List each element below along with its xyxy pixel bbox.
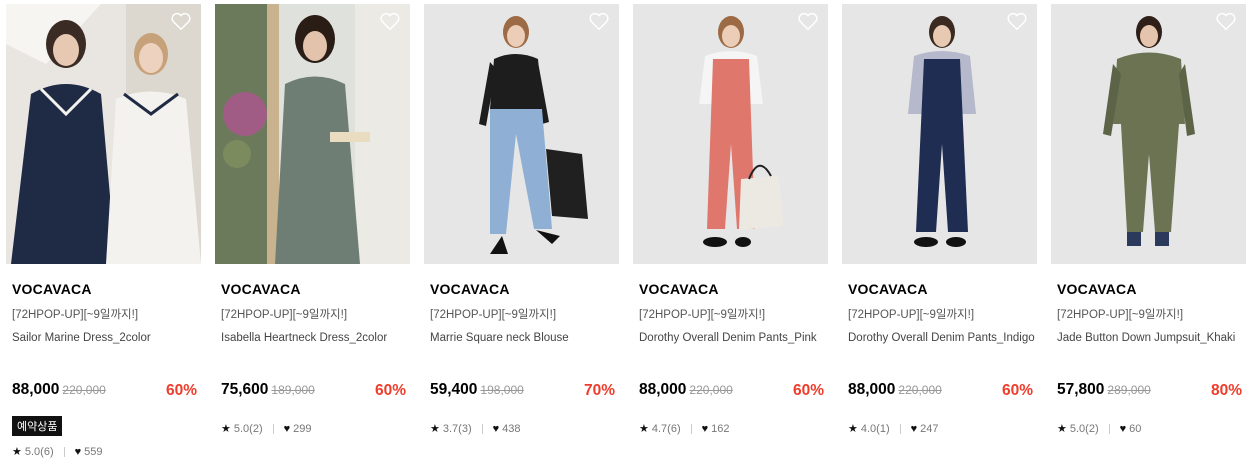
discount-rate: 60% bbox=[165, 382, 197, 399]
heart-filled-icon: ♥ bbox=[701, 422, 709, 435]
product-card[interactable]: VOCAVACA [72HPOP-UP][~9일까지!] Marrie Squa… bbox=[424, 4, 619, 435]
original-price: 189,000 bbox=[271, 383, 315, 397]
wishlist-heart-icon[interactable] bbox=[170, 10, 192, 32]
likes-count: 559 bbox=[84, 445, 103, 458]
promo-text: [72HPOP-UP][~9일까지!] bbox=[221, 309, 348, 321]
star-icon: ★ bbox=[848, 423, 858, 435]
price-row: 88,000 220,000 bbox=[639, 381, 733, 399]
rating-value: 4.0(1) bbox=[860, 422, 890, 435]
promo-text: [72HPOP-UP][~9일까지!] bbox=[848, 309, 975, 321]
brand-name[interactable]: VOCAVACA bbox=[848, 281, 928, 297]
divider bbox=[272, 423, 274, 434]
original-price: 220,000 bbox=[898, 383, 942, 397]
product-name[interactable]: Marrie Square neck Blouse bbox=[430, 330, 618, 347]
product-image[interactable] bbox=[6, 4, 201, 264]
product-stats: ★ 4.7(6) ♥ 162 bbox=[639, 422, 730, 436]
heart-filled-icon: ♥ bbox=[74, 445, 82, 458]
rating-value: 5.0(6) bbox=[24, 445, 54, 458]
product-name[interactable]: Jade Button Down Jumpsuit_Khaki bbox=[1057, 330, 1245, 347]
divider bbox=[481, 423, 483, 434]
wishlist-heart-icon[interactable] bbox=[588, 10, 610, 32]
product-stats: ★ 5.0(2) ♥ 60 bbox=[1057, 422, 1142, 436]
sale-price: 88,000 bbox=[848, 381, 896, 398]
wishlist-heart-icon[interactable] bbox=[1006, 10, 1028, 32]
product-card[interactable]: VOCAVACA [72HPOP-UP][~9일까지!] Isabella He… bbox=[215, 4, 410, 435]
star-icon: ★ bbox=[12, 446, 22, 458]
likes-count: 438 bbox=[502, 422, 521, 435]
original-price: 220,000 bbox=[689, 383, 733, 397]
sale-price: 88,000 bbox=[639, 381, 687, 398]
sale-price: 59,400 bbox=[430, 381, 478, 398]
product-stats: ★ 5.0(2) ♥ 299 bbox=[221, 422, 312, 436]
wishlist-heart-icon[interactable] bbox=[797, 10, 819, 32]
original-price: 198,000 bbox=[480, 383, 524, 397]
brand-name[interactable]: VOCAVACA bbox=[12, 281, 92, 297]
discount-rate: 80% bbox=[1210, 382, 1242, 399]
sale-price: 75,600 bbox=[221, 381, 269, 398]
likes-count: 299 bbox=[293, 422, 312, 435]
price-row: 75,600 189,000 bbox=[221, 381, 315, 399]
price-row: 57,800 289,000 bbox=[1057, 381, 1151, 399]
product-stats: ★ 3.7(3) ♥ 438 bbox=[430, 422, 521, 436]
rating-value: 5.0(2) bbox=[1069, 422, 1099, 435]
divider bbox=[63, 446, 65, 457]
product-name[interactable]: Dorothy Overall Denim Pants_Pink bbox=[639, 330, 827, 347]
rating-value: 4.7(6) bbox=[651, 422, 681, 435]
price-row: 88,000 220,000 bbox=[12, 381, 106, 399]
product-image[interactable] bbox=[424, 4, 619, 264]
product-card[interactable]: VOCAVACA [72HPOP-UP][~9일까지!] Sailor Mari… bbox=[6, 4, 201, 458]
price-row: 88,000 220,000 bbox=[848, 381, 942, 399]
promo-text: [72HPOP-UP][~9일까지!] bbox=[12, 309, 139, 321]
promo-text: [72HPOP-UP][~9일까지!] bbox=[1057, 309, 1184, 321]
price-row: 59,400 198,000 bbox=[430, 381, 524, 399]
sale-price: 88,000 bbox=[12, 381, 60, 398]
divider bbox=[690, 423, 692, 434]
star-icon: ★ bbox=[639, 423, 649, 435]
product-stats: ★ 5.0(6) ♥ 559 bbox=[12, 445, 103, 459]
product-card[interactable]: VOCAVACA [72HPOP-UP][~9일까지!] Dorothy Ove… bbox=[842, 4, 1037, 435]
product-image[interactable] bbox=[1051, 4, 1246, 264]
product-image[interactable] bbox=[215, 4, 410, 264]
product-card[interactable]: VOCAVACA [72HPOP-UP][~9일까지!] Jade Button… bbox=[1051, 4, 1246, 435]
brand-name[interactable]: VOCAVACA bbox=[1057, 281, 1137, 297]
discount-rate: 70% bbox=[583, 382, 615, 399]
star-icon: ★ bbox=[1057, 423, 1067, 435]
brand-name[interactable]: VOCAVACA bbox=[430, 281, 510, 297]
discount-rate: 60% bbox=[1001, 382, 1033, 399]
product-grid: VOCAVACA [72HPOP-UP][~9일까지!] Sailor Mari… bbox=[0, 0, 1253, 471]
sale-price: 57,800 bbox=[1057, 381, 1105, 398]
product-image[interactable] bbox=[842, 4, 1037, 264]
product-card[interactable]: VOCAVACA [72HPOP-UP][~9일까지!] Dorothy Ove… bbox=[633, 4, 828, 435]
discount-rate: 60% bbox=[374, 382, 406, 399]
heart-filled-icon: ♥ bbox=[283, 422, 291, 435]
rating-value: 5.0(2) bbox=[233, 422, 263, 435]
brand-name[interactable]: VOCAVACA bbox=[639, 281, 719, 297]
star-icon: ★ bbox=[430, 423, 440, 435]
original-price: 289,000 bbox=[1107, 383, 1151, 397]
star-icon: ★ bbox=[221, 423, 231, 435]
brand-name[interactable]: VOCAVACA bbox=[221, 281, 301, 297]
original-price: 220,000 bbox=[62, 383, 106, 397]
heart-filled-icon: ♥ bbox=[910, 422, 918, 435]
rating-value: 3.7(3) bbox=[442, 422, 472, 435]
product-name[interactable]: Isabella Heartneck Dress_2color bbox=[221, 330, 409, 347]
divider bbox=[899, 423, 901, 434]
promo-text: [72HPOP-UP][~9일까지!] bbox=[639, 309, 766, 321]
wishlist-heart-icon[interactable] bbox=[1215, 10, 1237, 32]
wishlist-heart-icon[interactable] bbox=[379, 10, 401, 32]
preorder-badge: 예약상품 bbox=[12, 416, 63, 436]
likes-count: 60 bbox=[1129, 422, 1142, 435]
product-stats: ★ 4.0(1) ♥ 247 bbox=[848, 422, 939, 436]
product-name[interactable]: Dorothy Overall Denim Pants_Indigo bbox=[848, 330, 1036, 347]
heart-filled-icon: ♥ bbox=[492, 422, 500, 435]
likes-count: 247 bbox=[920, 422, 939, 435]
promo-text: [72HPOP-UP][~9일까지!] bbox=[430, 309, 557, 321]
likes-count: 162 bbox=[711, 422, 730, 435]
heart-filled-icon: ♥ bbox=[1119, 422, 1127, 435]
discount-rate: 60% bbox=[792, 382, 824, 399]
divider bbox=[1108, 423, 1110, 434]
product-name[interactable]: Sailor Marine Dress_2color bbox=[12, 330, 200, 347]
product-image[interactable] bbox=[633, 4, 828, 264]
